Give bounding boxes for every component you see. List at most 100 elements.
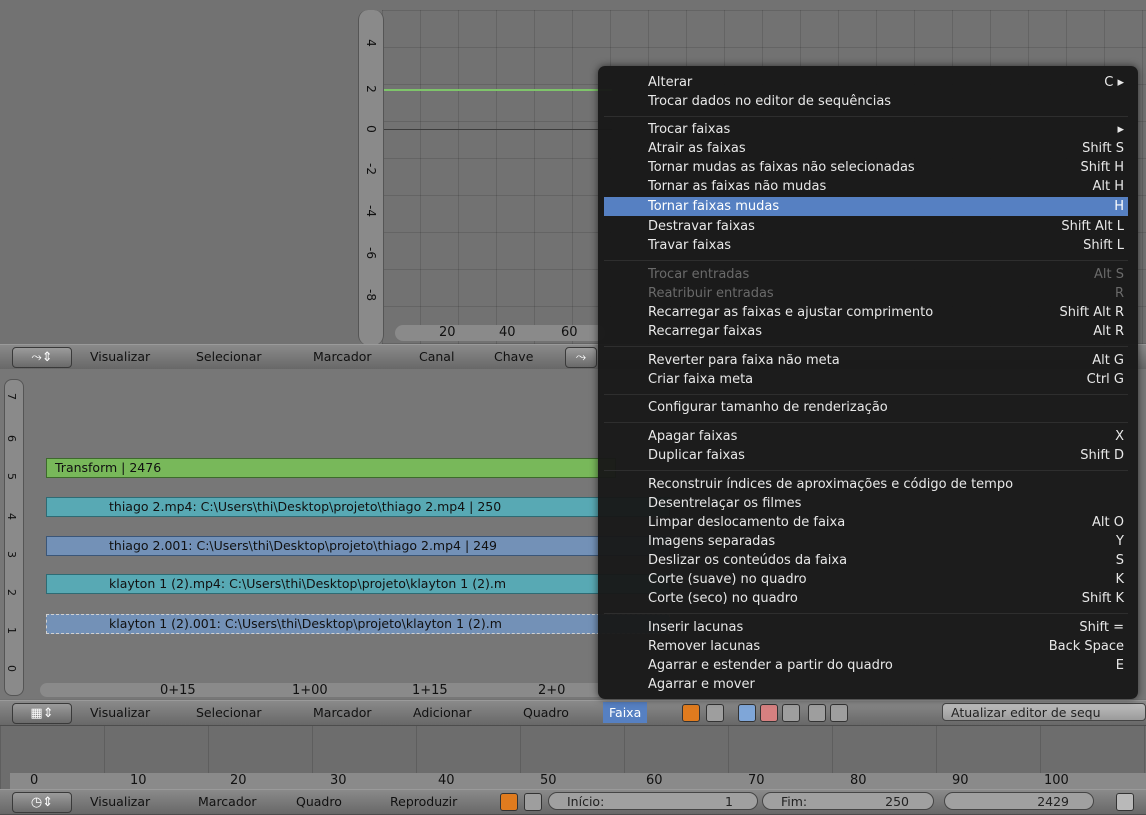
menu-item-label: Reverter para faixa não meta — [648, 353, 840, 368]
htick: 20 — [439, 325, 456, 340]
menu-item[interactable]: Limpar deslocamento de faixa Alt O — [604, 513, 1128, 532]
keyset-icon[interactable] — [524, 793, 542, 811]
menu-item-shortcut: Y — [1116, 534, 1124, 549]
vtick: -4 — [364, 205, 378, 217]
menu-marcador[interactable]: Marcador — [313, 349, 372, 364]
menu-item-highlighted[interactable]: Tornar faixas mudas H — [604, 197, 1128, 216]
editor-type-button[interactable]: ⤳⇕ — [12, 347, 72, 368]
menu-item-shortcut: H — [1114, 199, 1124, 214]
channel-icon[interactable] — [738, 704, 756, 722]
menu-marcador[interactable]: Marcador — [198, 794, 257, 809]
record-icon[interactable] — [500, 793, 518, 811]
menu-item-label: Deslizar os conteúdos da faixa — [648, 553, 848, 568]
menu-separator — [604, 116, 1128, 117]
editor-type-button[interactable]: ◷⇕ — [12, 792, 72, 813]
menu-item[interactable]: Tornar as faixas não mudas Alt H — [604, 177, 1128, 196]
channel-number: 4 — [5, 513, 18, 520]
mode-button[interactable]: ⤳ — [565, 347, 597, 368]
view-type-icon[interactable] — [682, 704, 700, 722]
menu-marcador[interactable]: Marcador — [313, 705, 372, 720]
menu-item-label: Reatribuir entradas — [648, 286, 774, 301]
timeline-ruler[interactable]: 0 10 20 30 40 50 60 70 80 90 100 — [10, 773, 1146, 789]
menu-item[interactable]: Configurar tamanho de renderização — [604, 398, 1128, 417]
menu-item[interactable]: Recarregar faixas Alt R — [604, 322, 1128, 341]
menu-item[interactable]: Criar faixa meta Ctrl G — [604, 370, 1128, 389]
time-tick: 1+00 — [292, 683, 328, 698]
current-frame-field[interactable]: 2429 — [944, 792, 1094, 810]
menu-item[interactable]: Atrair as faixas Shift S — [604, 139, 1128, 158]
menu-item[interactable]: Travar faixas Shift L — [604, 236, 1128, 255]
menu-item[interactable]: Corte (suave) no quadro K — [604, 570, 1128, 589]
menu-visualizar[interactable]: Visualizar — [90, 794, 150, 809]
strip-label: thiago 2.001: C:\Users\thi\Desktop\proje… — [109, 538, 498, 553]
menu-item-shortcut: Shift H — [1080, 160, 1124, 175]
menu-item-label: Trocar faixas — [648, 122, 731, 137]
menu-item-label: Desentrelaçar os filmes — [648, 496, 802, 511]
vertical-scrollbar[interactable]: 4 2 0 -2 -4 -6 -8 — [358, 10, 384, 345]
menu-item[interactable]: Trocar faixas ▸ — [604, 120, 1128, 139]
menu-item[interactable]: Trocar dados no editor de sequências — [604, 92, 1128, 111]
menu-quadro[interactable]: Quadro — [523, 705, 569, 720]
menu-item[interactable]: Destravar faixas Shift Alt L — [604, 217, 1128, 236]
refresh-sequencer-button[interactable]: Atualizar editor de sequ — [942, 703, 1146, 721]
menu-adicionar[interactable]: Adicionar — [413, 705, 471, 720]
menu-selecionar[interactable]: Selecionar — [196, 705, 262, 720]
menu-item[interactable]: Reverter para faixa não meta Alt G — [604, 351, 1128, 370]
menu-quadro[interactable]: Quadro — [296, 794, 342, 809]
overlay-icon[interactable] — [760, 704, 778, 722]
menu-item[interactable]: Duplicar faixas Shift D — [604, 446, 1128, 465]
menu-item[interactable]: Deslizar os conteúdos da faixa S — [604, 551, 1128, 570]
strip-movie[interactable]: klayton 1 (2).001: C:\Users\thi\Desktop\… — [46, 614, 670, 634]
menu-item[interactable]: Imagens separadas Y — [604, 532, 1128, 551]
menu-item[interactable]: Desentrelaçar os filmes — [604, 494, 1128, 513]
strip-movie[interactable]: thiago 2.mp4: C:\Users\thi\Desktop\proje… — [46, 497, 670, 517]
menu-item[interactable]: Inserir lacunas Shift = — [604, 618, 1128, 637]
menu-item[interactable]: Alterar C ▸ — [604, 73, 1128, 92]
menu-chave[interactable]: Chave — [494, 349, 533, 364]
clock-icon: ◷⇕ — [30, 795, 54, 810]
menu-item-shortcut: Shift K — [1081, 591, 1124, 606]
menu-item-label: Criar faixa meta — [648, 372, 754, 387]
editor-type-button[interactable]: ▦⇕ — [12, 703, 72, 724]
menu-item[interactable]: Remover lacunas Back Space — [604, 637, 1128, 656]
menu-visualizar[interactable]: Visualizar — [90, 349, 150, 364]
menu-item[interactable]: Corte (seco) no quadro Shift K — [604, 589, 1128, 608]
strip-transform[interactable]: Transform | 2476 — [46, 458, 616, 478]
f-curve[interactable] — [382, 89, 612, 91]
channel-scrollbar[interactable]: 7 6 5 4 3 2 1 0 — [4, 379, 24, 696]
menu-item[interactable]: Recarregar as faixas e ajustar comprimen… — [604, 303, 1128, 322]
menu-reproduzir[interactable]: Reproduzir — [390, 794, 457, 809]
menu-item-label: Apagar faixas — [648, 429, 738, 444]
menu-item-label: Limpar deslocamento de faixa — [648, 515, 846, 530]
zero-line — [382, 129, 612, 130]
strip-movie[interactable]: klayton 1 (2).mp4: C:\Users\thi\Desktop\… — [46, 574, 670, 594]
menu-item[interactable]: Agarrar e mover — [604, 675, 1128, 694]
htick: 40 — [499, 325, 516, 340]
strip-movie[interactable]: thiago 2.001: C:\Users\thi\Desktop\proje… — [46, 536, 670, 556]
horizontal-scrollbar[interactable]: 20 40 60 — [395, 325, 605, 341]
end-frame-field[interactable]: Fim: 250 — [762, 792, 934, 810]
lock-icon[interactable] — [706, 704, 724, 722]
snap-icon[interactable] — [808, 704, 826, 722]
menu-item[interactable]: Tornar mudas as faixas não selecionadas S… — [604, 158, 1128, 177]
menu-canal[interactable]: Canal — [419, 349, 454, 364]
menu-faixa[interactable]: Faixa — [603, 702, 648, 723]
menu-item[interactable]: Apagar faixas X — [604, 427, 1128, 446]
jump-start-icon[interactable] — [1116, 793, 1134, 811]
menu-separator — [604, 394, 1128, 395]
sequencer-time-scrollbar[interactable]: 0+15 1+00 1+15 2+0 — [40, 683, 620, 698]
menu-item[interactable]: Agarrar e estender a partir do quadro E — [604, 656, 1128, 675]
vtick: 2 — [364, 85, 378, 93]
menu-visualizar[interactable]: Visualizar — [90, 705, 150, 720]
start-frame-field[interactable]: Início: 1 — [548, 792, 758, 810]
proxy-icon[interactable] — [782, 704, 800, 722]
menu-item-shortcut: Shift Alt R — [1059, 305, 1124, 320]
menu-item[interactable]: Reconstruir índices de aproximações e có… — [604, 475, 1128, 494]
render-icon[interactable] — [830, 704, 848, 722]
timeline-header: ◷⇕ Visualizar Marcador Quadro Reproduzir… — [0, 789, 1146, 815]
menu-item-disabled: Reatribuir entradas R — [604, 284, 1128, 303]
menu-item-shortcut: Alt S — [1094, 267, 1124, 282]
menu-selecionar[interactable]: Selecionar — [196, 349, 262, 364]
menu-item-shortcut: S — [1115, 553, 1124, 568]
menu-item-shortcut: Alt R — [1093, 324, 1124, 339]
